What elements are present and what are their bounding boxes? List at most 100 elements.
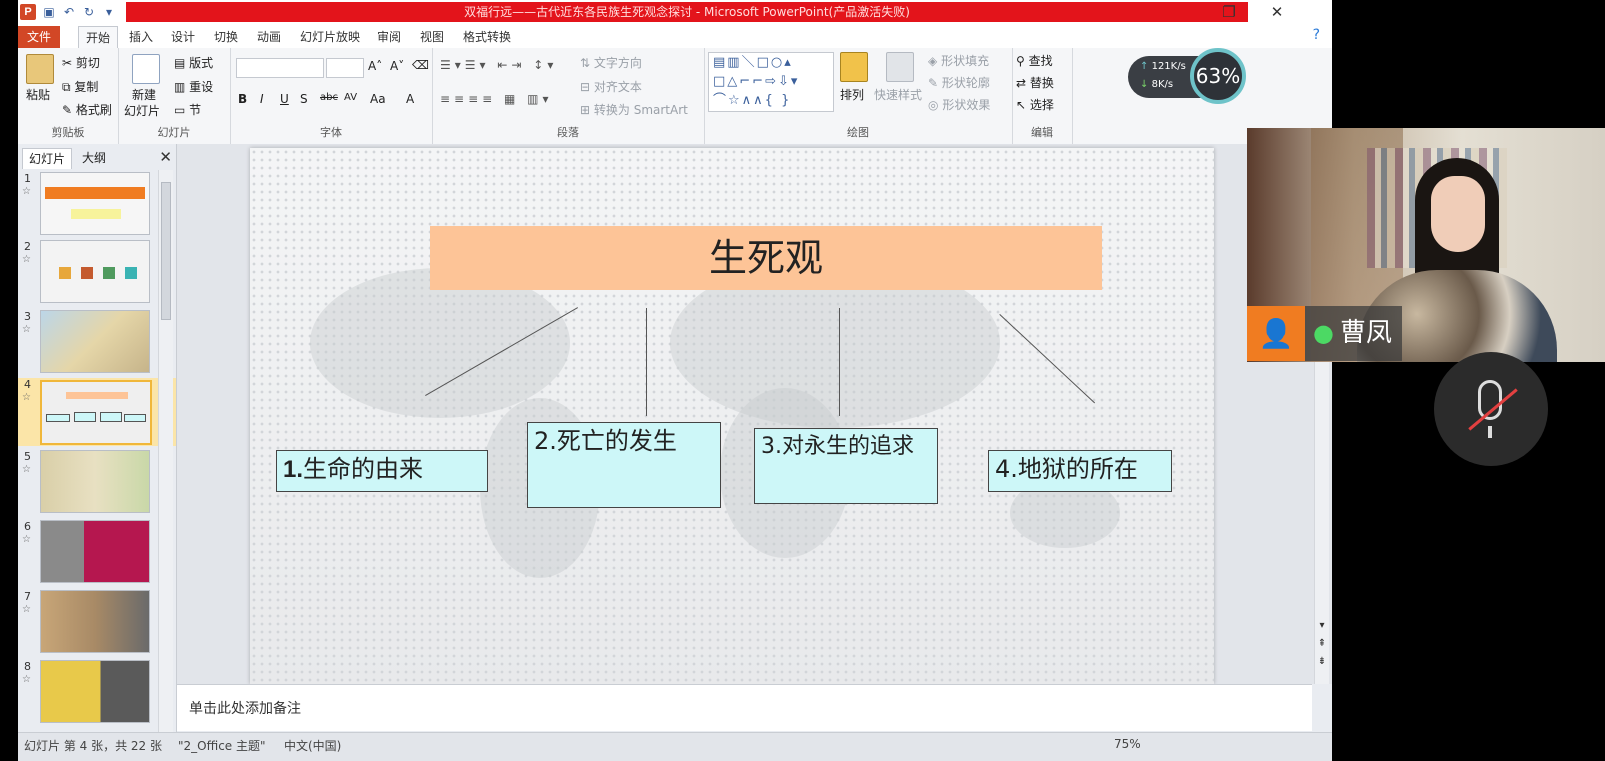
pen-icon: ✎ xyxy=(928,76,939,90)
thumb-number: 3 xyxy=(24,310,31,323)
tab-transitions[interactable]: 切换 xyxy=(207,26,245,48)
theme-status[interactable]: "2_Office 主题" xyxy=(178,737,266,754)
font-name-field[interactable] xyxy=(236,58,324,78)
topic-text: 对永生的追求 xyxy=(782,434,915,459)
tab-format-convert[interactable]: 格式转换 xyxy=(456,26,518,48)
bold-button[interactable]: B xyxy=(238,92,247,106)
slide-title[interactable]: 生死观 xyxy=(430,226,1102,290)
shadow-button[interactable]: S xyxy=(300,92,308,106)
layout-button[interactable]: ▤ 版式 xyxy=(174,54,213,71)
undo-icon[interactable]: ↶ xyxy=(62,5,76,19)
slide-thumbnail-3[interactable]: 3 ☆ xyxy=(18,310,176,376)
language-status[interactable]: 中文(中国) xyxy=(284,737,341,754)
tab-design[interactable]: 设计 xyxy=(164,26,202,48)
new-slide-button[interactable]: 新建 xyxy=(132,86,156,103)
close-button[interactable]: ✕ xyxy=(1262,3,1292,21)
connector-line-2[interactable] xyxy=(646,308,647,416)
restore-button[interactable]: ❐ xyxy=(1214,3,1244,21)
scroll-down-icon[interactable]: ▾ xyxy=(1315,620,1329,631)
slide-thumbnail-4[interactable]: 4 ☆ xyxy=(18,378,176,446)
reset-button[interactable]: ▥ 重设 xyxy=(174,78,213,95)
slide-thumbnail-5[interactable]: 5 ☆ xyxy=(18,450,176,516)
zoom-level[interactable]: 75% xyxy=(1114,737,1141,751)
clear-format-icon[interactable]: ⌫ xyxy=(412,58,429,72)
replace-button[interactable]: ⇄ 替换 xyxy=(1016,74,1054,91)
italic-button[interactable]: I xyxy=(260,92,264,106)
topic-box-2[interactable]: 2.死亡的发生 xyxy=(527,422,721,508)
close-panel-icon[interactable]: ✕ xyxy=(159,148,172,166)
copy-button[interactable]: ⧉ 复制 xyxy=(62,78,98,95)
topic-text: 地狱的所在 xyxy=(1017,455,1138,483)
list-icons[interactable]: ☰▾☰▾ ⇤⇥ ↕▾ xyxy=(440,58,557,72)
topic-box-3[interactable]: 3.对永生的追求 xyxy=(754,428,938,504)
tab-slideshow[interactable]: 幻灯片放映 xyxy=(293,26,367,48)
save-icon[interactable]: ▣ xyxy=(42,5,56,19)
paste-button[interactable]: 粘贴 xyxy=(26,86,50,103)
slide-thumbnail-2[interactable]: 2 ☆ xyxy=(18,240,176,306)
cut-button[interactable]: ✂ 剪切 xyxy=(62,54,100,71)
section-label: 节 xyxy=(189,103,202,117)
char-spacing-button[interactable]: AV xyxy=(344,92,357,103)
tab-home[interactable]: 开始 xyxy=(78,26,119,49)
slide-thumbnail-1[interactable]: 1 ☆ xyxy=(18,172,176,238)
slide-thumbnail-6[interactable]: 6 ☆ xyxy=(18,520,176,586)
arrange-button[interactable]: 排列 xyxy=(840,86,864,103)
slide-canvas[interactable]: 生死观 1.生命的由来 2.死亡的发生 3.对永生的追求 4.地狱的所在 xyxy=(250,148,1214,684)
quick-styles-icon[interactable] xyxy=(886,52,914,82)
new-slide-icon[interactable] xyxy=(132,54,160,84)
thumbnail-scrollbar[interactable] xyxy=(158,170,173,732)
convert-smartart-button[interactable]: ⊞ 转换为 SmartArt xyxy=(580,101,688,118)
shape-outline-button[interactable]: ✎ 形状轮廓 xyxy=(928,74,990,91)
arrange-icon[interactable] xyxy=(840,52,868,82)
alignment-icons[interactable]: ≡≡≡≡ ▦ ▥▾ xyxy=(440,92,553,106)
shape-fill-button[interactable]: ◈ 形状填充 xyxy=(928,52,989,69)
redo-icon[interactable]: ↻ xyxy=(82,5,96,19)
find-button[interactable]: ⚲ 查找 xyxy=(1016,52,1053,69)
next-slide-icon[interactable]: ⇟ xyxy=(1315,656,1329,667)
thumb-number: 4 xyxy=(24,378,31,391)
customize-qat-icon[interactable]: ▾ xyxy=(102,5,116,19)
quick-styles-button[interactable]: 快速样式 xyxy=(874,86,922,103)
shrink-font-icon[interactable]: A˅ xyxy=(390,59,404,73)
select-button[interactable]: ↖ 选择 xyxy=(1016,96,1054,113)
text-direction-button[interactable]: ⇅ 文字方向 xyxy=(580,54,642,71)
mute-microphone-button[interactable] xyxy=(1434,352,1548,466)
shapes-gallery[interactable]: ▤▥＼□○▴ □△⌐⌐⇨⇩▾ ⌒☆∧∧{ } xyxy=(708,52,834,112)
section-button[interactable]: ▭ 节 xyxy=(174,101,201,118)
strikethrough-button[interactable]: abc xyxy=(320,92,338,103)
tab-file[interactable]: 文件 xyxy=(18,26,60,48)
network-speed-widget: ↑ 121K/s ↓ 8K/s 63% xyxy=(1128,48,1246,104)
topic-box-1[interactable]: 1.生命的由来 xyxy=(276,450,488,492)
align-text-button[interactable]: ⊟ 对齐文本 xyxy=(580,78,642,95)
thumbnail-scroll-thumb[interactable] xyxy=(161,182,171,320)
font-color-button[interactable]: A xyxy=(406,92,414,106)
paste-icon[interactable] xyxy=(26,54,54,84)
slide-thumbnail-8[interactable]: 8 ☆ xyxy=(18,660,176,726)
help-icon[interactable]: ? xyxy=(1313,27,1320,43)
thumb-number: 5 xyxy=(24,450,31,463)
slide-thumbnail-7[interactable]: 7 ☆ xyxy=(18,590,176,656)
topic-box-4[interactable]: 4.地狱的所在 xyxy=(988,450,1172,492)
shape-effects-button[interactable]: ◎ 形状效果 xyxy=(928,96,990,113)
clipboard-label: 剪贴板 xyxy=(51,126,85,139)
tab-view[interactable]: 视图 xyxy=(413,26,451,48)
notes-pane[interactable]: 单击此处添加备注 xyxy=(177,684,1312,731)
tab-outline-panel[interactable]: 大纲 xyxy=(76,148,112,168)
tab-slides-panel[interactable]: 幻灯片 xyxy=(22,148,73,169)
connector-line-4[interactable] xyxy=(999,314,1096,404)
previous-slide-icon[interactable]: ⇞ xyxy=(1315,638,1329,649)
format-painter-button[interactable]: ✎ 格式刷 xyxy=(62,101,112,118)
underline-button[interactable]: U xyxy=(280,92,289,106)
change-case-button[interactable]: Aa xyxy=(370,92,386,106)
tab-animations[interactable]: 动画 xyxy=(250,26,288,48)
topic-number: 1. xyxy=(283,456,304,483)
new-slide-label2[interactable]: 幻灯片 xyxy=(124,102,160,119)
grow-font-icon[interactable]: A˄ xyxy=(368,59,382,73)
editing-label: 编辑 xyxy=(1031,126,1053,139)
thumb-number: 2 xyxy=(24,240,31,253)
tab-review[interactable]: 审阅 xyxy=(370,26,408,48)
tab-insert[interactable]: 插入 xyxy=(122,26,160,48)
connector-line-3[interactable] xyxy=(839,308,840,416)
powerpoint-logo-icon[interactable]: P xyxy=(20,4,36,20)
font-size-field[interactable] xyxy=(326,58,364,78)
